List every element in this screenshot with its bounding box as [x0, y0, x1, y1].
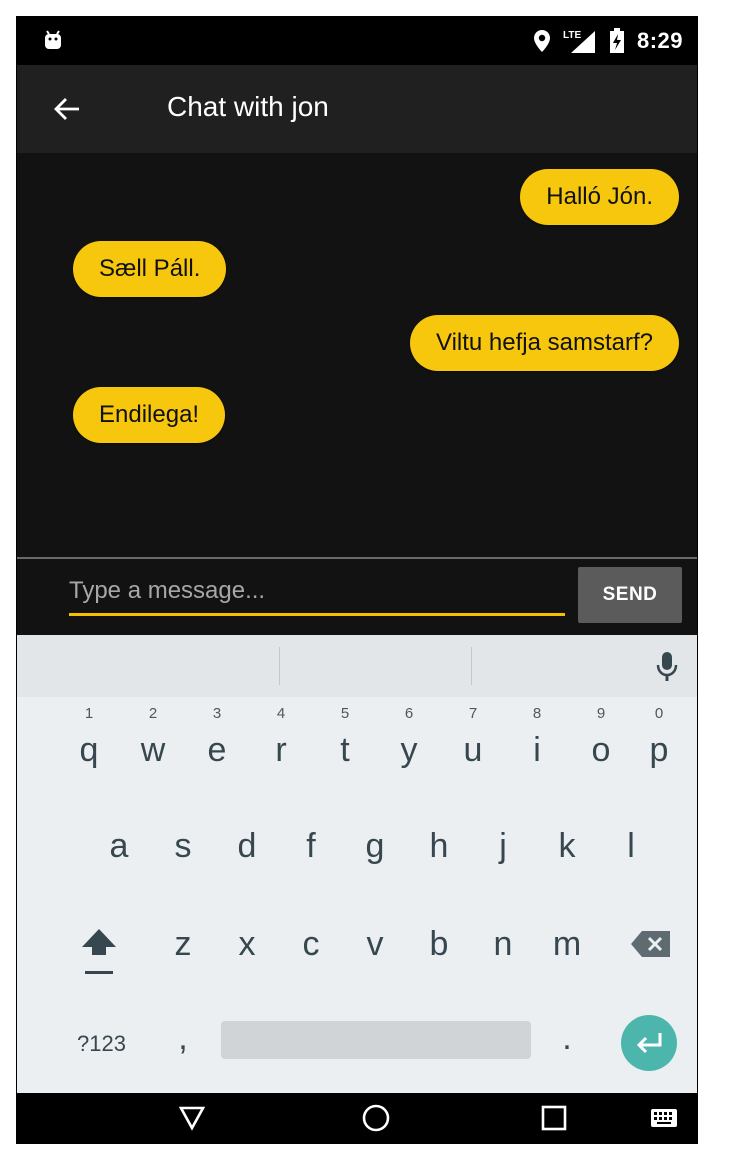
key-e[interactable]: 3 e	[187, 705, 247, 770]
status-time: 8:29	[636, 28, 683, 53]
message-bubble-received[interactable]: Sæll Páll.	[73, 241, 227, 297]
android-notification-icon	[45, 30, 61, 49]
key-hint: 7	[468, 705, 478, 722]
suggestion-divider	[279, 647, 280, 685]
key-h[interactable]: h	[409, 827, 469, 866]
key-v[interactable]: v	[345, 925, 405, 964]
back-button[interactable]	[45, 87, 89, 131]
key-y[interactable]: 6 y	[379, 705, 439, 770]
key-s[interactable]: s	[153, 827, 213, 866]
message-bubble-received[interactable]: Endilega!	[73, 387, 226, 443]
key-label: i	[533, 731, 541, 769]
key-hint: 4	[276, 705, 286, 722]
suggestion-strip[interactable]	[17, 635, 697, 697]
key-d[interactable]: d	[217, 827, 277, 866]
key-label: y	[400, 731, 418, 769]
key-label: q	[79, 731, 99, 769]
key-z[interactable]: z	[153, 925, 213, 964]
key-x[interactable]: x	[217, 925, 277, 964]
spacebar[interactable]	[221, 1021, 531, 1059]
page-title: Chat with jon	[167, 91, 329, 122]
status-bar: LTE 8:29	[17, 17, 697, 65]
key-hint: 1	[84, 705, 94, 722]
key-c[interactable]: c	[281, 925, 341, 964]
key-j[interactable]: j	[473, 827, 533, 866]
key-m[interactable]: m	[537, 925, 597, 964]
message-input[interactable]	[69, 569, 565, 616]
shift-icon	[82, 929, 116, 974]
message-bubble-sent[interactable]: Viltu hefja samstarf?	[410, 315, 679, 371]
status-icons: LTE 8:29	[533, 27, 683, 55]
key-label: e	[207, 731, 227, 769]
key-p[interactable]: 0 p	[629, 705, 689, 770]
key-n[interactable]: n	[473, 925, 533, 964]
key-hint: 6	[404, 705, 414, 722]
keyboard-switch-button[interactable]	[649, 1103, 679, 1133]
key-label: p	[649, 731, 669, 769]
location-icon	[533, 30, 550, 52]
backspace-icon	[631, 931, 670, 957]
nav-back-button[interactable]	[177, 1103, 207, 1133]
key-label: o	[591, 731, 611, 769]
key-hint: 2	[148, 705, 158, 722]
nav-home-button[interactable]	[361, 1103, 391, 1133]
message-bubble-sent[interactable]: Halló Jón.	[520, 169, 679, 225]
key-o[interactable]: 9 o	[571, 705, 631, 770]
period-key[interactable]: .	[537, 1019, 597, 1058]
keyboard-icon	[651, 1109, 677, 1127]
backspace-key[interactable]	[621, 929, 681, 968]
soft-keyboard: 1 q 2 w 3 e 4 r 5 t 6 y 7 u 8 i 9 o 0 p	[17, 635, 697, 1093]
square-recents-icon	[541, 1105, 567, 1131]
battery-charging-icon	[609, 28, 624, 53]
key-label: u	[463, 731, 483, 769]
key-hint: 0	[654, 705, 664, 722]
key-l[interactable]: l	[601, 827, 661, 866]
enter-icon	[636, 1033, 662, 1054]
key-label: r	[275, 731, 287, 769]
key-w[interactable]: 2 w	[123, 705, 183, 770]
key-g[interactable]: g	[345, 827, 405, 866]
shift-key[interactable]	[69, 925, 129, 990]
triangle-back-icon	[178, 1106, 206, 1131]
microphone-icon[interactable]	[655, 651, 679, 683]
system-nav-bar	[17, 1093, 697, 1143]
key-a[interactable]: a	[89, 827, 149, 866]
enter-key[interactable]	[621, 1015, 677, 1071]
key-hint: 9	[596, 705, 606, 722]
key-label: t	[340, 731, 350, 769]
circle-home-icon	[362, 1104, 390, 1132]
key-r[interactable]: 4 r	[251, 705, 311, 770]
key-k[interactable]: k	[537, 827, 597, 866]
key-label: w	[140, 731, 166, 769]
message-list[interactable]: Halló Jón. Sæll Páll. Viltu hefja samsta…	[17, 153, 697, 557]
key-f[interactable]: f	[281, 827, 341, 866]
send-button[interactable]: SEND	[578, 567, 682, 623]
comma-key[interactable]: ,	[153, 1019, 213, 1058]
key-hint: 5	[340, 705, 350, 722]
key-i[interactable]: 8 i	[507, 705, 567, 770]
key-q[interactable]: 1 q	[59, 705, 119, 770]
key-hint: 3	[212, 705, 222, 722]
suggestion-divider	[471, 647, 472, 685]
key-u[interactable]: 7 u	[443, 705, 503, 770]
arrow-back-icon	[54, 98, 79, 120]
network-type: LTE	[563, 30, 581, 41]
key-b[interactable]: b	[409, 925, 469, 964]
symbols-key[interactable]: ?123	[77, 1031, 126, 1057]
phone-screen: LTE 8:29 Chat with jon Halló Jón. Sæll P…	[16, 16, 698, 1144]
lte-signal-icon: LTE	[563, 30, 595, 53]
message-composer: SEND	[17, 559, 697, 635]
key-t[interactable]: 5 t	[315, 705, 375, 770]
key-hint: 8	[532, 705, 542, 722]
nav-recents-button[interactable]	[539, 1103, 569, 1133]
app-bar: Chat with jon	[17, 65, 697, 153]
